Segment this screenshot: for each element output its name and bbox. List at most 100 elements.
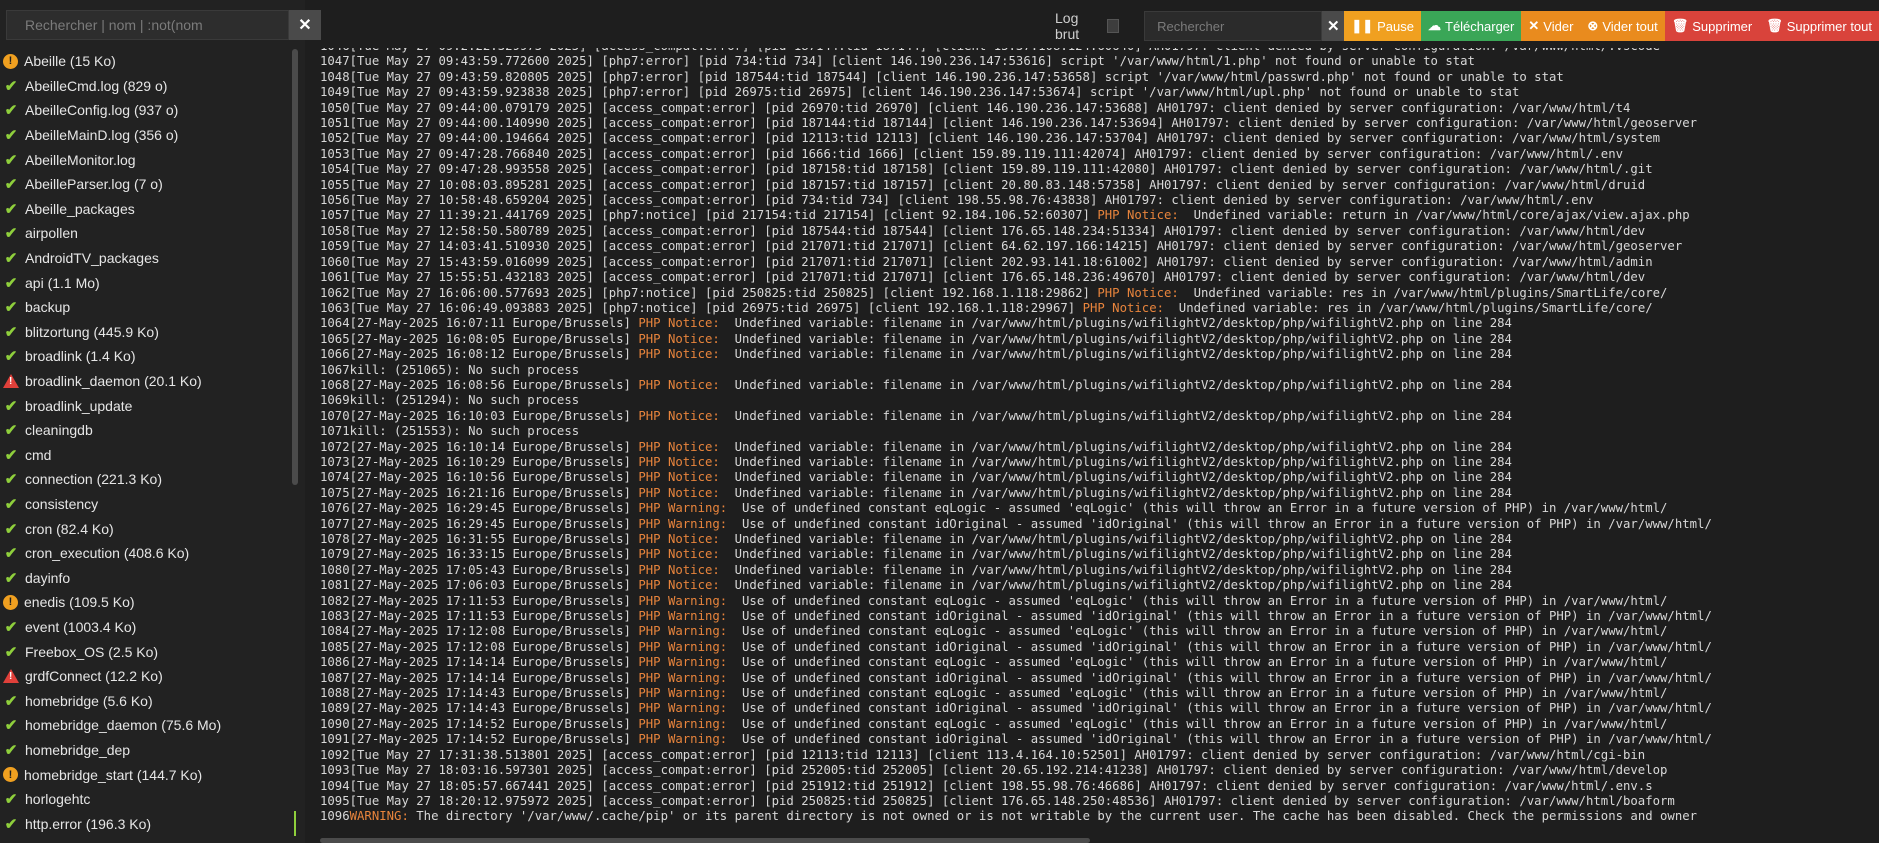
log-line: 1084[27-May-2025 17:12:08 Europe/Brussel… [320, 624, 1879, 639]
log-line-text: [27-May-2025 16:29:45 Europe/Brussels] [349, 501, 639, 516]
log-file-item[interactable]: ✔ cron (82.4 Ko) [0, 516, 296, 541]
log-line-number: 1070 [320, 408, 350, 423]
delete-all-button[interactable]: 🗑 Supprimer tout [1759, 11, 1879, 41]
log-file-item[interactable]: ✔ consistency [0, 492, 296, 517]
log-file-item[interactable]: ✔ event (1003.4 Ko) [0, 615, 296, 640]
log-file-item[interactable]: ✔ blitzortung (445.9 Ko) [0, 320, 296, 345]
log-line-text: [Tue May 27 09:47:28.766840 2025] [acces… [349, 146, 1624, 161]
delete-all-label: Supprimer tout [1786, 18, 1872, 34]
log-file-label: broadlink_daemon (20.1 Ko) [25, 373, 202, 390]
log-line-message: Undefined variable: filename in /var/www… [719, 485, 1512, 500]
delete-label: Supprimer [1692, 18, 1753, 34]
log-file-label: cmd [25, 446, 52, 463]
log-line-number: 1086 [320, 655, 350, 670]
log-line-message: Undefined variable: filename in /var/www… [719, 377, 1512, 392]
times-icon: ✕ [1528, 18, 1540, 33]
log-file-item[interactable]: ✔ broadlink_update [0, 393, 296, 418]
log-line-number: 1067 [320, 362, 350, 377]
log-line-number: 1059 [320, 239, 350, 254]
log-sidebar: ✕ ! Abeille (15 Ko) ✔ AbeilleCmd.log (829 o… [0, 0, 321, 843]
log-file-item[interactable]: ! homebridge_start (144.7 Ko) [0, 762, 296, 787]
log-file-item[interactable]: ✔ connection (221.3 Ko) [0, 467, 296, 492]
log-file-item[interactable]: ✔ AbeilleMainD.log (356 o) [0, 123, 296, 148]
log-line-number: 1096 [320, 809, 350, 824]
trash-icon: 🗑 [1671, 18, 1689, 33]
log-file-label: http.error (196.3 Ko) [25, 815, 152, 832]
log-file-item[interactable]: ✔ api (1.1 Mo) [0, 270, 296, 295]
check-icon: ✔ [4, 815, 18, 833]
log-line: 1081[27-May-2025 17:06:03 Europe/Brussel… [320, 578, 1879, 593]
log-file-item[interactable]: ✔ horlogehtc [0, 787, 296, 812]
log-line-text: [27-May-2025 16:31:55 Europe/Brussels] [349, 532, 639, 546]
close-icon: ✕ [1326, 18, 1340, 35]
log-filter-input[interactable] [6, 10, 289, 40]
check-icon: ✔ [4, 200, 18, 218]
log-line-message: Use of undefined constant eqLogic - assu… [727, 655, 1668, 670]
log-line-text: [Tue May 27 09:44:00.194664 2025] [acces… [349, 131, 1661, 146]
log-line: 1069kill: (251294): No such process [320, 393, 1879, 408]
log-line: 1054[Tue May 27 09:47:28.993558 2025] [a… [320, 162, 1879, 177]
log-line-number: 1074 [320, 470, 350, 485]
log-file-item[interactable]: ✔ AndroidTV_packages [0, 246, 296, 271]
clear-button[interactable]: ✕ Vider [1521, 11, 1581, 41]
clear-all-button[interactable]: ⊗ Vider tout [1580, 11, 1665, 41]
log-line: 1089[27-May-2025 17:14:43 Europe/Brussel… [320, 701, 1879, 716]
log-brut-checkbox[interactable] [1107, 19, 1120, 33]
log-line: 1093[Tue May 27 18:03:16.597301 2025] [a… [320, 763, 1879, 778]
error-triangle-icon [3, 374, 19, 389]
log-file-item[interactable]: ✔ Abeille_packages [0, 197, 296, 222]
delete-button[interactable]: 🗑 Supprimer [1664, 11, 1760, 41]
log-line-message: Undefined variable: filename in /var/www… [719, 532, 1512, 546]
log-search-clear-button[interactable]: ✕ [1322, 11, 1345, 41]
download-button[interactable]: ☁ Télécharger [1421, 11, 1522, 41]
log-file-item[interactable]: ✔ AbeilleConfig.log (937 o) [0, 98, 296, 123]
sidebar-scrollbar[interactable] [292, 49, 298, 485]
log-file-item[interactable]: ✔ backup [0, 295, 296, 320]
log-file-item[interactable]: ✔ http.error (196.3 Ko) [0, 811, 296, 836]
log-file-item[interactable]: ✔ cron_execution (408.6 Ko) [0, 541, 296, 566]
log-file-item[interactable]: ✔ Freebox_OS (2.5 Ko) [0, 639, 296, 664]
log-line-number: 1048 [320, 69, 350, 84]
log-file-label: Freebox_OS (2.5 Ko) [25, 643, 159, 660]
log-line-number: 1088 [320, 686, 350, 701]
log-file-item[interactable]: ✔ dayinfo [0, 565, 296, 590]
log-line: 1095[Tue May 27 18:20:12.975972 2025] [a… [320, 794, 1879, 809]
download-label: Télécharger [1445, 18, 1515, 34]
log-line-number: 1093 [320, 763, 350, 778]
log-file-item[interactable]: ✔ AbeilleParser.log (7 o) [0, 172, 296, 197]
log-horizontal-scrollbar[interactable] [320, 838, 1090, 843]
log-line-level: PHP Warning: [638, 516, 728, 531]
log-file-item[interactable]: ✔ AbeilleCmd.log (829 o) [0, 74, 296, 99]
log-file-item[interactable]: ✔ cmd [0, 443, 296, 468]
log-line-number: 1062 [320, 285, 350, 300]
log-file-item[interactable]: ✔ homebridge (5.6 Ko) [0, 688, 296, 713]
log-file-item[interactable]: ✔ broadlink (1.4 Ko) [0, 344, 296, 369]
log-line-number: 1058 [320, 223, 350, 238]
log-line-number: 1060 [320, 254, 350, 269]
check-icon: ✔ [4, 422, 18, 440]
log-file-label: AbeilleParser.log (7 o) [25, 176, 163, 193]
log-line-text: [27-May-2025 16:29:45 Europe/Brussels] [349, 516, 639, 531]
log-file-item[interactable]: ✔ homebridge_dep [0, 738, 296, 763]
log-line: 1085[27-May-2025 17:12:08 Europe/Brussel… [320, 640, 1879, 655]
log-line: 1091[27-May-2025 17:14:52 Europe/Brussel… [320, 732, 1879, 747]
log-search-input[interactable] [1144, 11, 1323, 41]
log-file-label: homebridge_start (144.7 Ko) [24, 766, 203, 783]
log-line-level: PHP Notice: [638, 485, 720, 500]
log-file-item[interactable]: grdfConnect (12.2 Ko) [0, 664, 296, 689]
pause-button[interactable]: ❚❚ Pause [1344, 11, 1421, 41]
log-file-item[interactable]: ✔ AbeilleMonitor.log [0, 147, 296, 172]
log-file-item[interactable]: ! Abeille (15 Ko) [0, 49, 296, 74]
log-file-item[interactable]: ✔ airpollen [0, 221, 296, 246]
log-line-text: [27-May-2025 17:14:14 Europe/Brussels] [349, 655, 639, 670]
log-file-item[interactable]: broadlink_daemon (20.1 Ko) [0, 369, 296, 394]
log-file-item[interactable]: ! enedis (109.5 Ko) [0, 590, 296, 615]
log-line-number: 1077 [320, 516, 350, 531]
log-filter-clear-button[interactable]: ✕ [289, 10, 321, 40]
check-icon: ✔ [4, 520, 18, 538]
log-line-level: PHP Warning: [638, 670, 728, 685]
log-line-message: Use of undefined constant idOriginal - a… [727, 516, 1712, 531]
log-file-item[interactable]: ✔ cleaningdb [0, 418, 296, 443]
log-line: 1071kill: (251553): No such process [320, 424, 1879, 439]
log-file-item[interactable]: ✔ homebridge_daemon (75.6 Mo) [0, 713, 296, 738]
